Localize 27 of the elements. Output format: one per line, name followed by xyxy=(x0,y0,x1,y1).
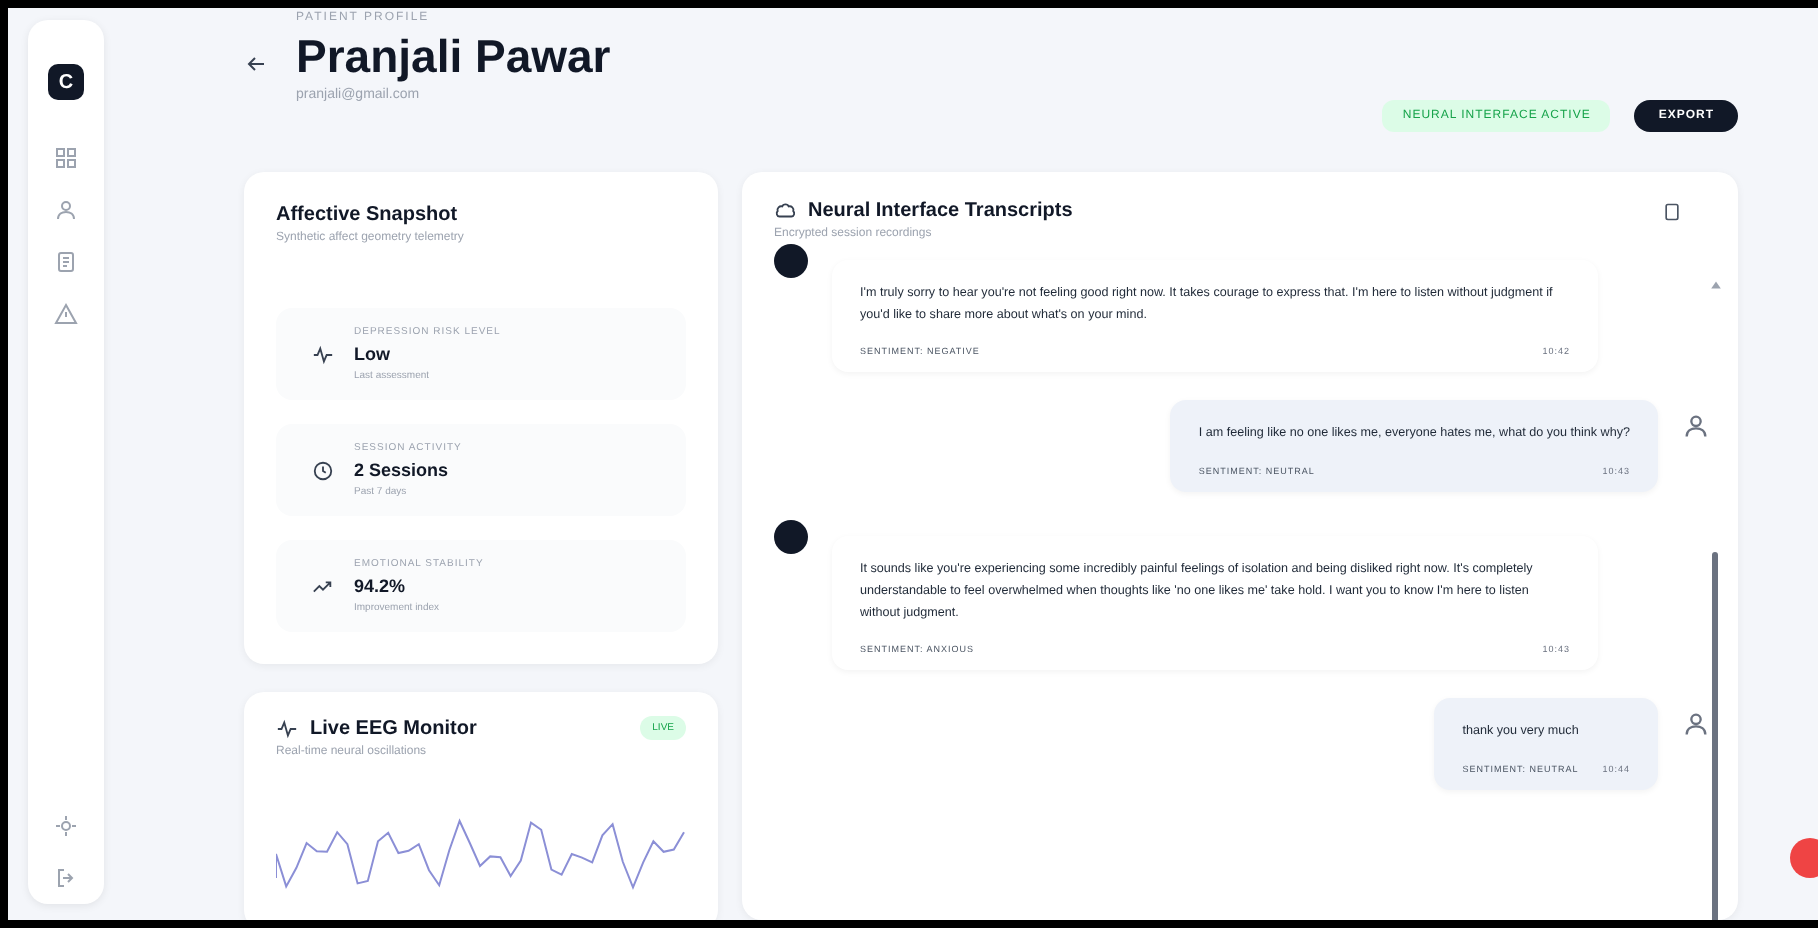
card-title: Live EEG Monitor xyxy=(310,717,477,739)
clock-icon xyxy=(312,459,334,481)
patient-name: Pranjali Pawar xyxy=(296,30,611,84)
warning-icon[interactable] xyxy=(54,302,78,326)
back-button[interactable] xyxy=(244,52,268,76)
user-icon xyxy=(1682,710,1710,739)
scrollbar[interactable] xyxy=(1712,552,1718,920)
pulse-icon xyxy=(312,343,334,365)
user-icon[interactable] xyxy=(54,198,78,222)
bot-avatar xyxy=(774,520,808,555)
user-icon xyxy=(1682,412,1710,441)
scroll-up-icon[interactable] xyxy=(1710,280,1722,290)
copy-icon[interactable] xyxy=(1662,201,1682,221)
settings-icon[interactable] xyxy=(54,814,78,838)
app-logo[interactable]: C xyxy=(48,64,84,100)
card-title: Affective Snapshot xyxy=(276,204,460,226)
card-title: Neural Interface Transcripts xyxy=(808,200,1073,222)
logout-icon[interactable] xyxy=(54,866,78,890)
pulse-icon xyxy=(276,717,298,739)
stat-value: 94.2% xyxy=(354,576,408,596)
document-icon[interactable] xyxy=(54,250,78,274)
bot-avatar xyxy=(774,244,808,278)
notification-dot[interactable] xyxy=(1790,838,1818,878)
arrow-icon xyxy=(244,52,268,76)
stat-value: 2 Sessions xyxy=(354,460,451,480)
grid-icon[interactable] xyxy=(54,146,78,170)
stat-value: Low xyxy=(354,344,392,364)
